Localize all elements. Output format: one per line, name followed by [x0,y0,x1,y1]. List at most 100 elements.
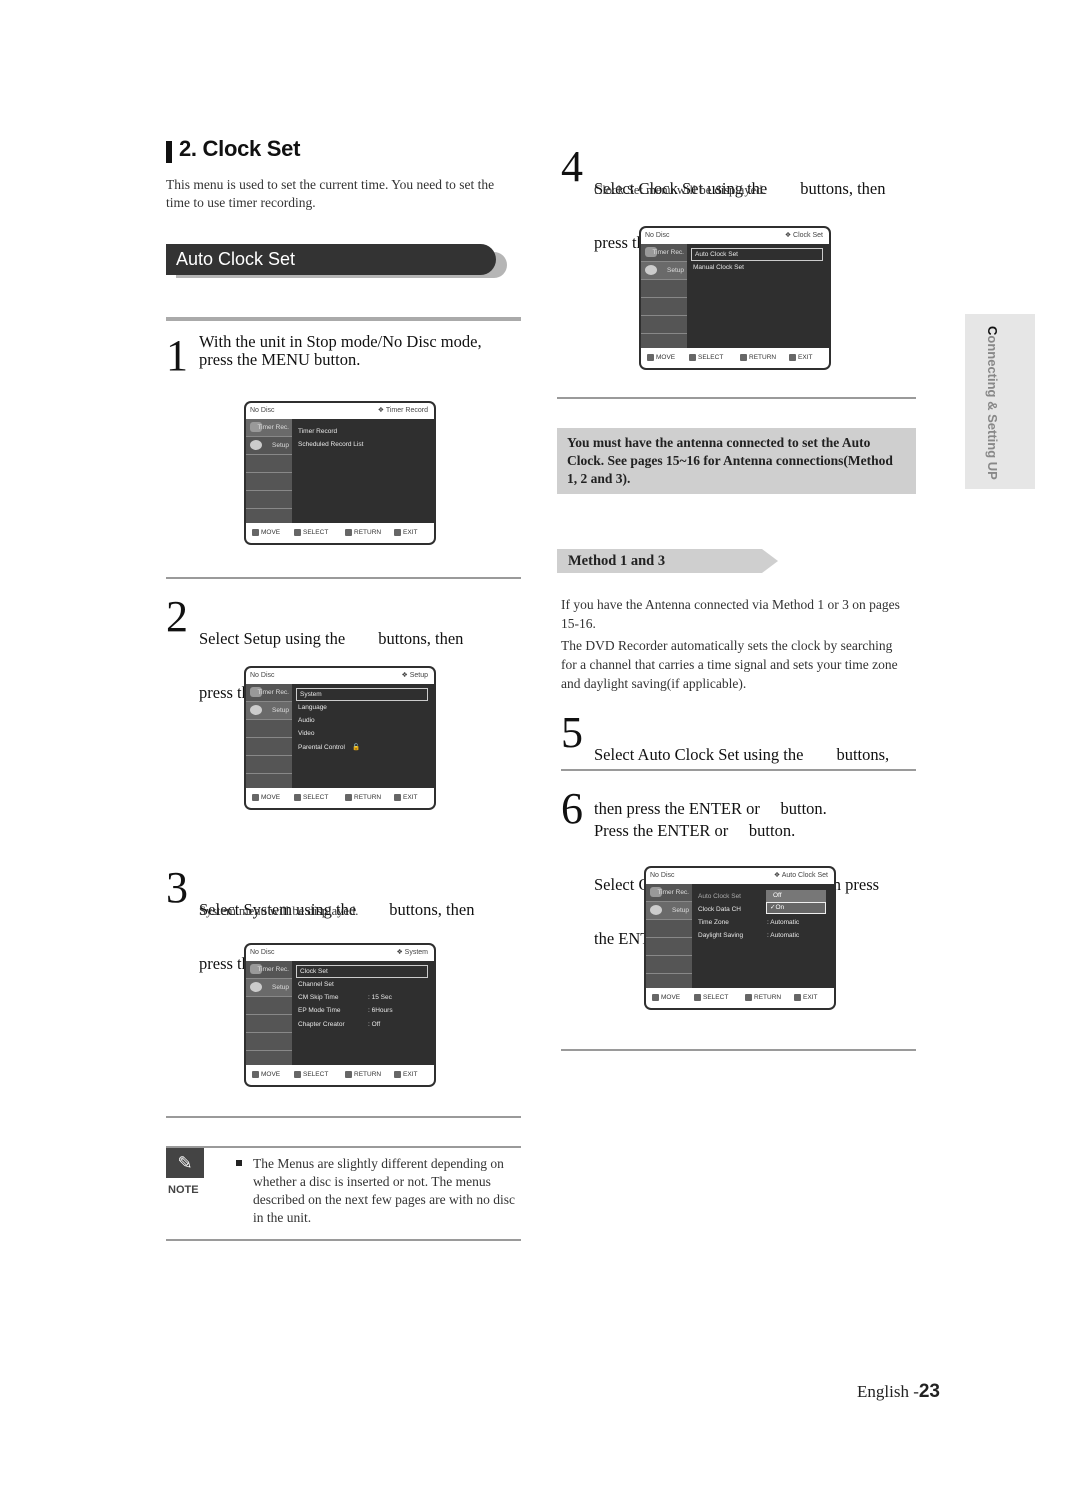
return-icon [740,353,747,361]
side-label: Timer Rec. [257,424,289,431]
menu-item[interactable]: Daylight Saving [698,930,743,941]
side-item-empty [646,938,692,956]
side-item-setup[interactable]: Setup [646,902,692,920]
side-label: Setup [667,267,684,274]
menu-item[interactable]: CM Skip Time [298,992,338,1003]
note-text: The Menus are slightly different dependi… [253,1156,516,1225]
method-tab: Method 1 and 3 [557,549,762,573]
move-label: MOVE [661,994,681,1001]
chapter-tab-rest: onnecting & Setting UP [985,335,1000,480]
menu-item[interactable]: Time Zone [698,917,729,928]
return-icon [345,528,352,536]
select-label: SELECT [703,994,729,1001]
side-item-setup[interactable]: Setup [246,979,292,997]
menu-item[interactable]: Auto Clock Set [698,891,741,902]
menu-item-selected[interactable]: System [296,688,428,701]
option-on-selected[interactable]: ✓On [766,902,826,914]
side-item-empty [246,1033,292,1051]
move-label: MOVE [261,529,281,536]
auto-clock-set-banner: Auto Clock Set [166,244,496,275]
section-title: 2. Clock Set [179,136,301,161]
side-label: Setup [672,907,689,914]
side-label: Timer Rec. [257,689,289,696]
osd-main: Clock Set Channel Set CM Skip Time : 15 … [294,961,434,1065]
gear-icon [250,705,262,715]
exit-icon [394,1070,401,1078]
menu-value: : Off [368,1021,381,1028]
menu-item[interactable]: Timer Record [298,426,337,437]
divider [561,1049,916,1051]
osd-main: System Language Audio Video Parental Con… [294,684,434,788]
exit-label: EXIT [803,994,818,1001]
menu-item[interactable]: Manual Clock Set [693,262,744,273]
side-item-timer-rec[interactable]: Timer Rec. [246,961,292,979]
side-item-setup[interactable]: Setup [246,702,292,720]
osd-sidebar: Timer Rec. Setup [246,684,292,788]
chapter-tab-initial: C [985,326,1000,336]
select-icon [689,353,696,361]
menu-item[interactable]: Channel Set [298,979,334,990]
return-icon [745,993,752,1001]
side-item-timer-rec[interactable]: Timer Rec. [641,244,687,262]
side-item-setup[interactable]: Setup [641,262,687,280]
menu-item[interactable]: Parental Control [298,742,345,753]
step-3-subtext: System menu will be displayed. [199,904,359,918]
menu-item[interactable]: Video [298,728,315,739]
exit-label: EXIT [403,794,418,801]
side-item-timer-rec[interactable]: Timer Rec. [246,419,292,437]
pencil-icon: ✎ [166,1148,204,1178]
menu-item[interactable]: Chapter Creator [298,1019,345,1030]
option-off[interactable]: Off [766,890,826,902]
step-number: 4 [561,142,583,191]
menu-item[interactable]: EP Mode Time [298,1005,341,1016]
exit-icon [794,993,801,1001]
menu-item[interactable]: Language [298,702,327,713]
side-item-empty [246,997,292,1015]
menu-item-selected[interactable]: Clock Set [296,965,428,978]
osd-sidebar: Timer Rec. Setup [246,961,292,1065]
osd-screen-auto-clock-set: No Disc ❖ Auto Clock Set Timer Rec. Setu… [644,866,836,1010]
move-icon [252,793,259,801]
exit-icon [789,353,796,361]
osd-main: Timer Record Scheduled Record List [294,419,434,523]
move-icon [652,993,659,1001]
menu-value: : 6Hours [368,1007,393,1014]
menu-item[interactable]: Scheduled Record List [298,439,363,450]
menu-item[interactable]: Clock Data CH [698,904,741,915]
side-label: Timer Rec. [257,966,289,973]
side-item-timer-rec[interactable]: Timer Rec. [646,884,692,902]
osd-screen-system: No Disc ❖ System Timer Rec. Setup Clock … [244,943,436,1087]
divider [166,1116,521,1118]
divider [166,577,521,579]
menu-value: : Automatic [767,932,800,939]
side-item-empty [246,738,292,756]
side-item-empty [641,298,687,316]
menu-item-selected[interactable]: Auto Clock Set [691,248,823,261]
osd-sidebar: Timer Rec. Setup [646,884,692,988]
chapter-tab-label: Connecting & Setting UP [985,326,1000,480]
osd-sidebar: Timer Rec. Setup [246,419,292,523]
disc-status: No Disc [250,949,275,956]
menu-value: : Automatic [767,919,800,926]
side-item-empty [646,920,692,938]
osd-footer: MOVE SELECT RETURN EXIT [646,988,834,1008]
step-line: Select Auto Clock Set using the buttons, [594,745,890,764]
menu-item[interactable]: Audio [298,715,315,726]
exit-icon [394,528,401,536]
osd-footer: MOVE SELECT RETURN EXIT [641,348,829,368]
step-1-text: With the unit in Stop mode/No Disc mode,… [199,333,519,369]
osd-screen-timer-record: No Disc ❖ Timer Record Timer Rec. Setup … [244,401,436,545]
side-item-empty [246,720,292,738]
return-label: RETURN [354,529,382,536]
osd-header: No Disc ❖ System [246,945,434,961]
select-label: SELECT [303,1071,329,1078]
move-icon [252,1070,259,1078]
osd-footer: MOVE SELECT RETURN EXIT [246,1065,434,1085]
side-item-setup[interactable]: Setup [246,437,292,455]
side-item-timer-rec[interactable]: Timer Rec. [246,684,292,702]
step-line: Press the ENTER or button. [594,821,796,840]
footer-language: English - [857,1382,919,1401]
move-label: MOVE [261,794,281,801]
step-line: press the MENU button. [199,350,361,369]
side-label: Timer Rec. [657,889,689,896]
